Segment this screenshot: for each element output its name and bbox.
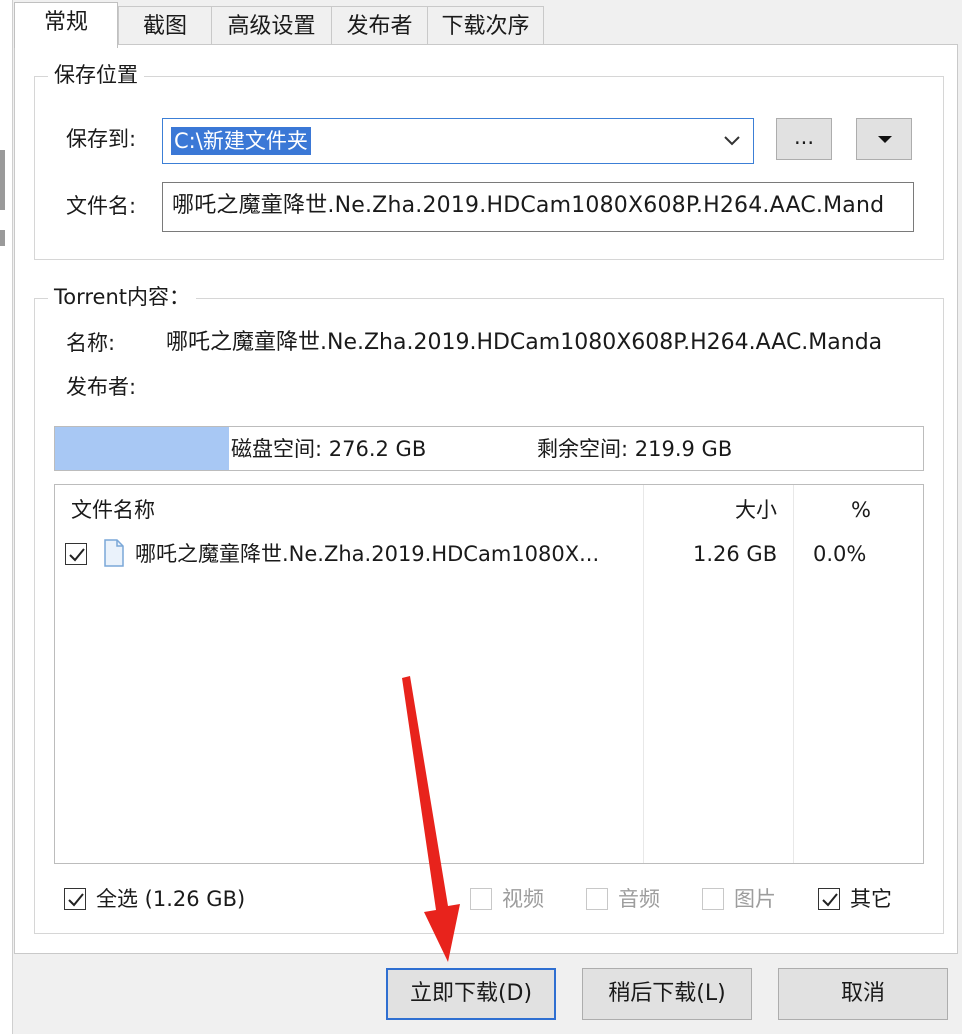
select-all-checkbox[interactable] <box>64 888 86 910</box>
filename-label: 文件名: <box>66 194 137 218</box>
tab-download-order[interactable]: 下载次序 <box>427 6 544 46</box>
file-icon <box>104 539 124 567</box>
cancel-button[interactable]: 取消 <box>778 968 948 1020</box>
tab-general[interactable]: 常规 <box>14 2 118 48</box>
save-path-value: C:\新建文件夹 <box>171 127 311 155</box>
torrent-name-label: 名称: <box>66 331 116 355</box>
row-checkbox[interactable] <box>65 543 87 565</box>
column-divider <box>643 485 644 863</box>
other-label[interactable]: 其它 <box>850 884 892 914</box>
download-later-button[interactable]: 稍后下载(L) <box>582 968 752 1020</box>
window-edge <box>0 0 13 1034</box>
image-checkbox[interactable] <box>702 888 724 910</box>
disk-space-text: 磁盘空间: 276.2 GB <box>231 437 427 461</box>
disk-space-fill <box>55 427 229 470</box>
edge-mark <box>0 230 5 246</box>
other-checkbox[interactable] <box>818 888 840 910</box>
column-header-size[interactable]: 大小 <box>735 495 777 525</box>
file-percent-cell: 0.0% <box>813 542 867 566</box>
triangle-down-icon <box>878 136 892 143</box>
check-icon <box>822 893 838 907</box>
browse-button[interactable]: ... <box>776 118 832 160</box>
column-header-name[interactable]: 文件名称 <box>71 495 155 525</box>
edge-mark <box>0 150 5 210</box>
torrent-content-legend: Torrent内容： <box>48 283 197 311</box>
torrent-name-value: 哪吒之魔童降世.Ne.Zha.2019.HDCam1080X608P.H264.… <box>166 330 883 355</box>
check-icon <box>68 893 84 907</box>
save-path-combobox[interactable]: C:\新建文件夹 <box>162 118 754 164</box>
audio-checkbox[interactable] <box>586 888 608 910</box>
audio-label: 音频 <box>618 887 660 911</box>
file-list[interactable]: 文件名称 大小 % 哪吒之魔童降世.Ne.Zha.2019.HDCam1080X… <box>54 484 924 864</box>
save-to-label: 保存到: <box>66 127 137 151</box>
check-icon <box>69 548 85 562</box>
file-size-cell: 1.26 GB <box>693 542 778 566</box>
tab-advanced-settings[interactable]: 高级设置 <box>211 6 332 46</box>
tab-bar: 常规 截图 高级设置 发布者 下载次序 <box>14 2 954 48</box>
publisher-label: 发布者: <box>66 375 137 399</box>
tab-publisher[interactable]: 发布者 <box>331 6 428 46</box>
download-now-button[interactable]: 立即下载(D) <box>386 968 556 1020</box>
column-divider <box>793 485 794 863</box>
save-location-group <box>34 76 944 260</box>
history-dropdown-button[interactable] <box>856 118 912 160</box>
file-name-cell: 哪吒之魔童降世.Ne.Zha.2019.HDCam1080X... <box>135 542 600 566</box>
select-all-label[interactable]: 全选 (1.26 GB) <box>96 884 245 914</box>
free-space-text: 剩余空间: 219.9 GB <box>537 437 733 461</box>
video-label: 视频 <box>502 887 544 911</box>
tab-screenshots[interactable]: 截图 <box>118 6 212 46</box>
chevron-down-icon[interactable] <box>721 129 743 151</box>
column-header-percent[interactable]: % <box>851 495 871 525</box>
filename-input[interactable]: 哪吒之魔童降世.Ne.Zha.2019.HDCam1080X608P.H264.… <box>162 182 914 232</box>
disk-space-bar: 磁盘空间: 276.2 GB 剩余空间: 219.9 GB <box>54 426 924 471</box>
image-label: 图片 <box>734 887 776 911</box>
video-checkbox[interactable] <box>470 888 492 910</box>
save-location-legend: 保存位置 <box>48 61 144 89</box>
